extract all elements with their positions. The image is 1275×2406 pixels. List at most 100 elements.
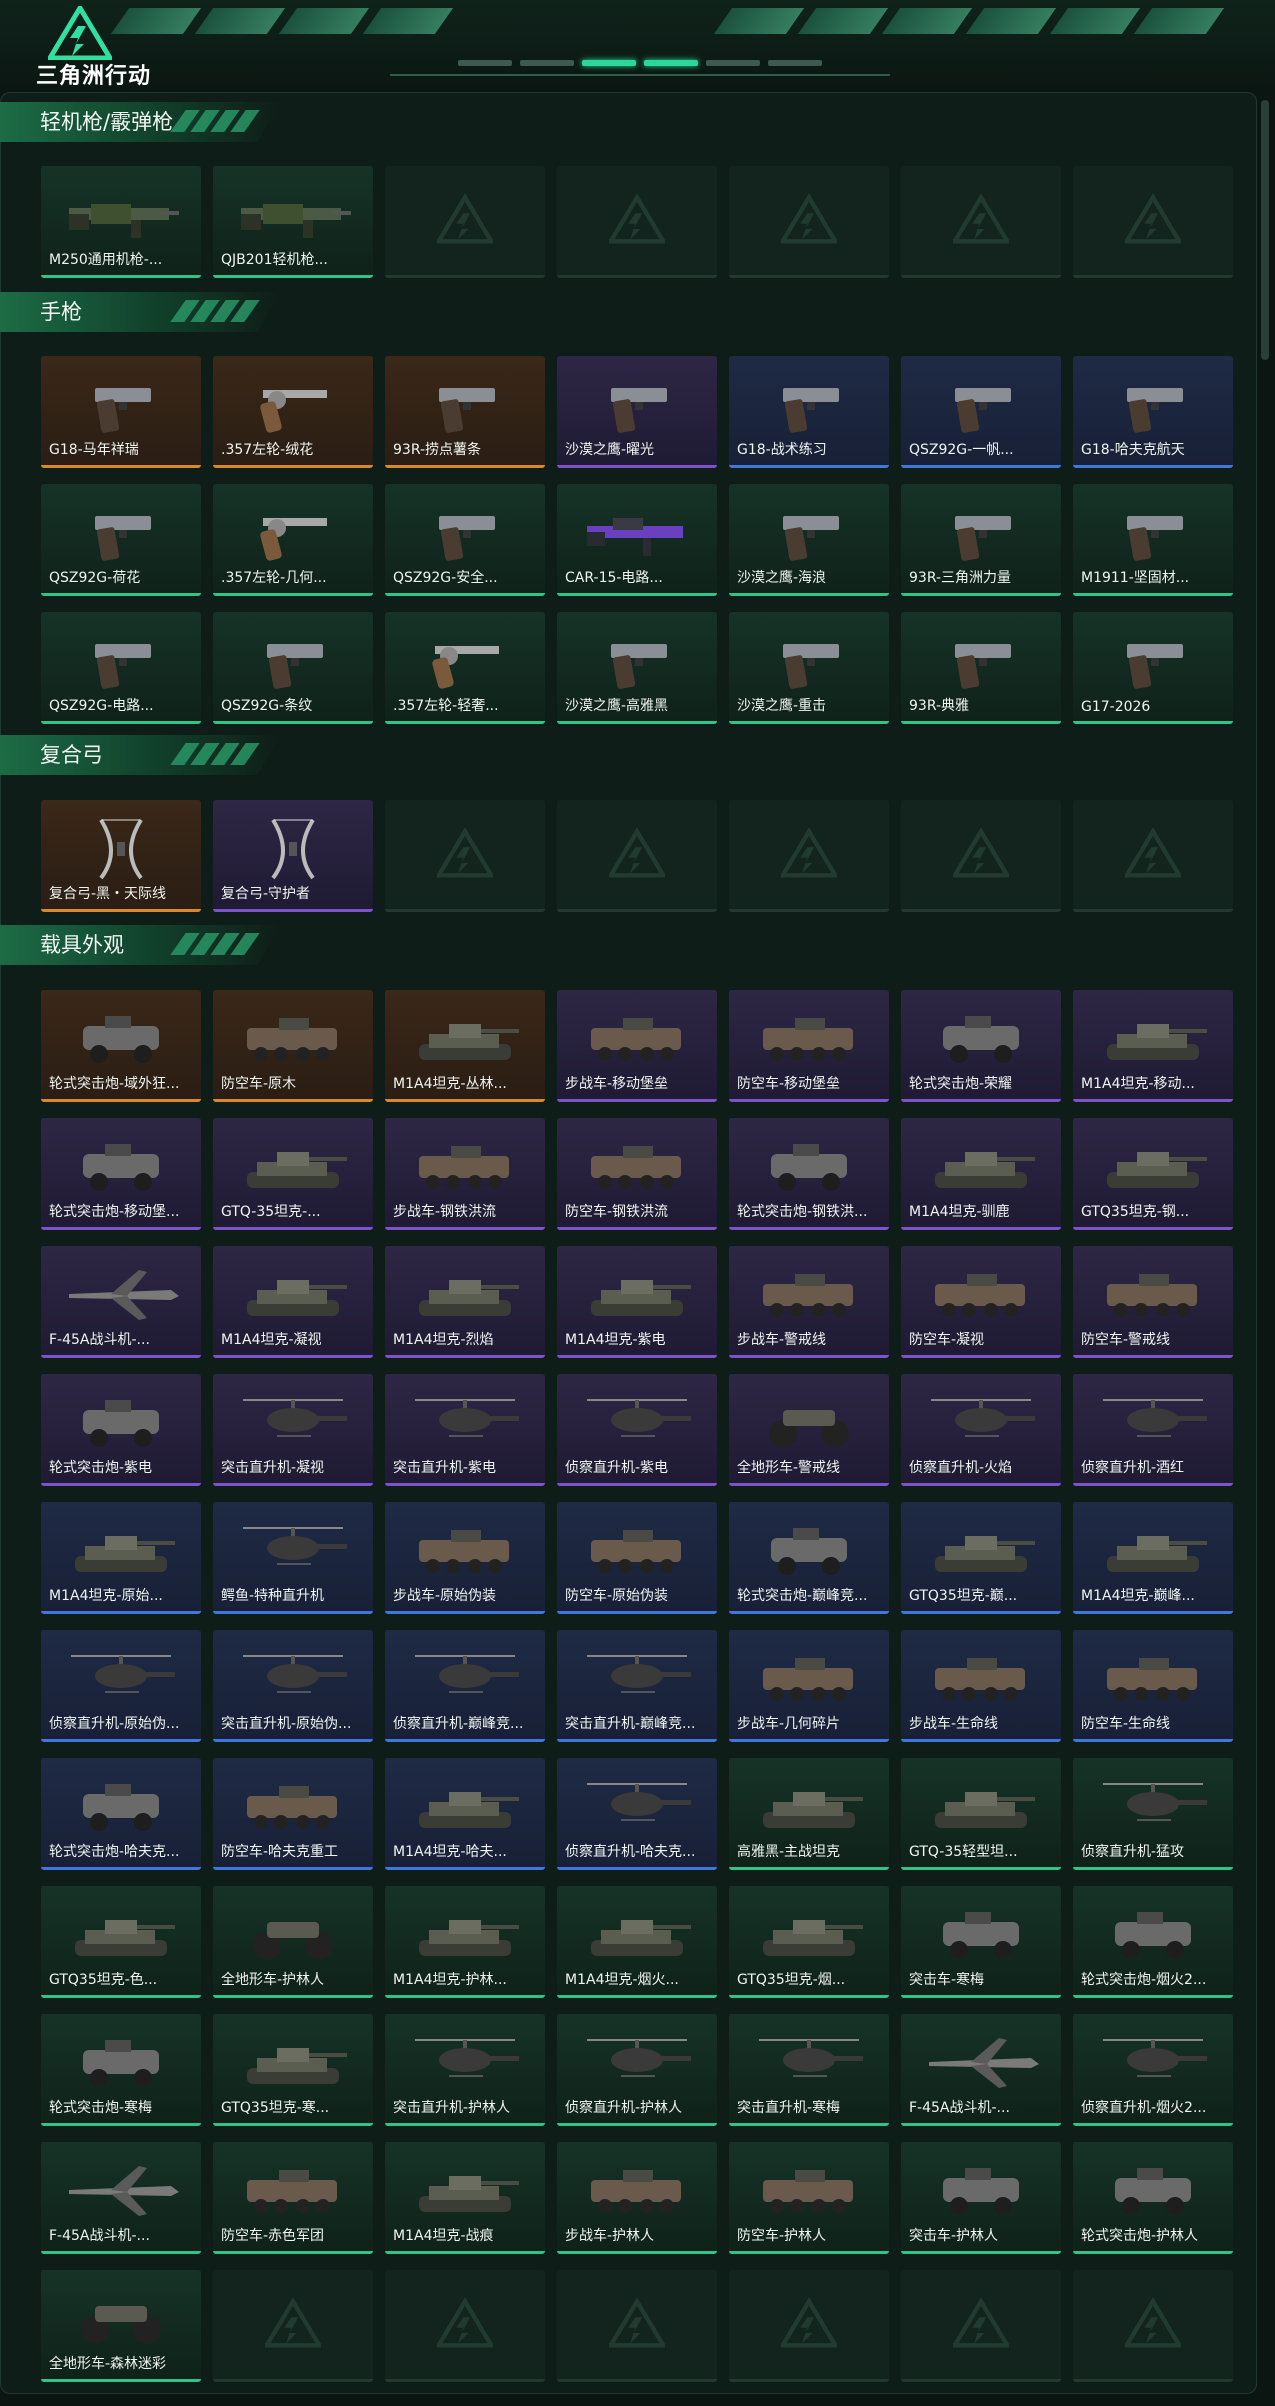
skin-card[interactable]: 侦察直升机-护林人 — [557, 2014, 717, 2126]
skin-card[interactable]: 突击直升机-紫电 — [385, 1374, 545, 1486]
skin-card[interactable]: 防空车-凝视 — [901, 1246, 1061, 1358]
skin-card[interactable]: 防空车-原木 — [213, 990, 373, 1102]
skin-card[interactable]: G18-战术练习 — [729, 356, 889, 468]
skin-card[interactable]: 步战车-生命线 — [901, 1630, 1061, 1742]
skin-card[interactable]: 轮式突击炮-移动堡... — [41, 1118, 201, 1230]
skin-card[interactable]: 防空车-赤色军团 — [213, 2142, 373, 2254]
skin-card[interactable]: 侦察直升机-烟火2... — [1073, 2014, 1233, 2126]
skin-card[interactable]: 防空车-警戒线 — [1073, 1246, 1233, 1358]
skin-name: 侦察直升机-酒红 — [1081, 1460, 1185, 1476]
skin-card[interactable]: 轮式突击炮-荣耀 — [901, 990, 1061, 1102]
skin-card[interactable]: 突击直升机-凝视 — [213, 1374, 373, 1486]
skin-card[interactable]: M1A4坦克-哈夫... — [385, 1758, 545, 1870]
skin-card[interactable]: CAR-15-电路... — [557, 484, 717, 596]
skin-card[interactable]: M1911-坚固材... — [1073, 484, 1233, 596]
skin-card[interactable]: 步战车-几何碎片 — [729, 1630, 889, 1742]
skin-card[interactable]: 突击车-寒梅 — [901, 1886, 1061, 1998]
skin-card[interactable]: 步战车-护林人 — [557, 2142, 717, 2254]
skin-card[interactable]: F-45A战斗机-... — [41, 1246, 201, 1358]
skin-card[interactable]: 轮式突击炮-护林人 — [1073, 2142, 1233, 2254]
skin-card[interactable]: 防空车-原始伪装 — [557, 1502, 717, 1614]
skin-card[interactable]: QJB201轻机枪... — [213, 166, 373, 278]
skin-card[interactable]: 侦察直升机-紫电 — [557, 1374, 717, 1486]
skin-card[interactable]: .357左轮-轻奢... — [385, 612, 545, 724]
skin-card[interactable]: QSZ92G-条纹 — [213, 612, 373, 724]
skin-card[interactable]: 侦察直升机-哈夫克... — [557, 1758, 717, 1870]
skin-card[interactable]: 步战车-警戒线 — [729, 1246, 889, 1358]
skin-card[interactable]: 93R-捞点薯条 — [385, 356, 545, 468]
skin-card[interactable]: QSZ92G-电路... — [41, 612, 201, 724]
skin-card[interactable]: GTQ35坦克-巅... — [901, 1502, 1061, 1614]
skin-card[interactable]: 沙漠之鹰-海浪 — [729, 484, 889, 596]
skin-card[interactable]: M1A4坦克-护林... — [385, 1886, 545, 1998]
skin-card[interactable]: 侦察直升机-酒红 — [1073, 1374, 1233, 1486]
skin-card[interactable]: M1A4坦克-移动... — [1073, 990, 1233, 1102]
skin-card[interactable]: M1A4坦克-丛林... — [385, 990, 545, 1102]
skin-card[interactable]: 突击直升机-护林人 — [385, 2014, 545, 2126]
skin-card[interactable]: GTQ35坦克-烟... — [729, 1886, 889, 1998]
skin-card[interactable]: 侦察直升机-原始伪... — [41, 1630, 201, 1742]
skin-card[interactable]: M1A4坦克-烈焰 — [385, 1246, 545, 1358]
skin-card[interactable]: M1A4坦克-凝视 — [213, 1246, 373, 1358]
skin-card[interactable]: 轮式突击炮-烟火2... — [1073, 1886, 1233, 1998]
skin-card[interactable]: 全地形车-森林迷彩 — [41, 2270, 201, 2382]
skin-card[interactable]: 突击直升机-寒梅 — [729, 2014, 889, 2126]
skin-card[interactable]: 轮式突击炮-紫电 — [41, 1374, 201, 1486]
skin-card[interactable]: 防空车-哈夫克重工 — [213, 1758, 373, 1870]
skin-card[interactable]: 步战车-原始伪装 — [385, 1502, 545, 1614]
skin-card[interactable]: 全地形车-护林人 — [213, 1886, 373, 1998]
skin-card[interactable]: .357左轮-几何... — [213, 484, 373, 596]
skin-card[interactable]: 轮式突击炮-域外狂... — [41, 990, 201, 1102]
skin-card[interactable]: GTQ-35轻型坦... — [901, 1758, 1061, 1870]
skin-card[interactable]: 防空车-护林人 — [729, 2142, 889, 2254]
skin-card[interactable]: 突击直升机-巅峰竞... — [557, 1630, 717, 1742]
skin-card[interactable]: 防空车-钢铁洪流 — [557, 1118, 717, 1230]
skin-card[interactable]: 防空车-生命线 — [1073, 1630, 1233, 1742]
scrollbar-thumb[interactable] — [1261, 100, 1269, 360]
skin-card[interactable]: 复合弓-守护者 — [213, 800, 373, 912]
skin-card[interactable]: QSZ92G-一帆... — [901, 356, 1061, 468]
skin-card[interactable]: 侦察直升机-火焰 — [901, 1374, 1061, 1486]
skin-card[interactable]: .357左轮-绒花 — [213, 356, 373, 468]
skin-card[interactable]: 突击直升机-原始伪... — [213, 1630, 373, 1742]
skin-card[interactable]: 轮式突击炮-巅峰竞... — [729, 1502, 889, 1614]
skin-card[interactable]: 防空车-移动堡垒 — [729, 990, 889, 1102]
skin-card[interactable]: GTQ35坦克-寒... — [213, 2014, 373, 2126]
skin-card[interactable]: M250通用机枪-... — [41, 166, 201, 278]
skin-card[interactable]: 步战车-移动堡垒 — [557, 990, 717, 1102]
skin-card[interactable]: 93R-典雅 — [901, 612, 1061, 724]
skin-card[interactable]: QSZ92G-荷花 — [41, 484, 201, 596]
skin-card[interactable]: 鳄鱼-特种直升机 — [213, 1502, 373, 1614]
skin-card[interactable]: F-45A战斗机-... — [901, 2014, 1061, 2126]
skin-card[interactable]: G18-马年祥瑞 — [41, 356, 201, 468]
skin-card[interactable]: F-45A战斗机-... — [41, 2142, 201, 2254]
skin-card[interactable]: 轮式突击炮-钢铁洪... — [729, 1118, 889, 1230]
skin-card[interactable]: 沙漠之鹰-高雅黑 — [557, 612, 717, 724]
skin-card[interactable]: 沙漠之鹰-重击 — [729, 612, 889, 724]
scrollbar-track[interactable] — [1261, 100, 1269, 2390]
skin-card[interactable]: GTQ-35坦克-... — [213, 1118, 373, 1230]
skin-card[interactable]: 93R-三角洲力量 — [901, 484, 1061, 596]
skin-card[interactable]: 侦察直升机-猛攻 — [1073, 1758, 1233, 1870]
skin-card[interactable]: 轮式突击炮-哈夫克... — [41, 1758, 201, 1870]
skin-card[interactable]: 高雅黑-主战坦克 — [729, 1758, 889, 1870]
skin-card[interactable]: M1A4坦克-原始... — [41, 1502, 201, 1614]
skin-card[interactable]: G17-2026 — [1073, 612, 1233, 724]
skin-card[interactable]: G18-哈夫克航天 — [1073, 356, 1233, 468]
skin-card[interactable]: M1A4坦克-巅峰... — [1073, 1502, 1233, 1614]
skin-card[interactable]: 侦察直升机-巅峰竞... — [385, 1630, 545, 1742]
skin-card[interactable]: M1A4坦克-战痕 — [385, 2142, 545, 2254]
skin-card[interactable]: GTQ35坦克-色... — [41, 1886, 201, 1998]
skin-card[interactable]: GTQ35坦克-钢... — [1073, 1118, 1233, 1230]
skin-grid: M250通用机枪-... QJB201轻机枪... — [41, 166, 1233, 278]
skin-card[interactable]: M1A4坦克-烟火... — [557, 1886, 717, 1998]
skin-card[interactable]: QSZ92G-安全... — [385, 484, 545, 596]
skin-card[interactable]: 全地形车-警戒线 — [729, 1374, 889, 1486]
skin-card[interactable]: 步战车-钢铁洪流 — [385, 1118, 545, 1230]
skin-card[interactable]: 轮式突击炮-寒梅 — [41, 2014, 201, 2126]
skin-card[interactable]: M1A4坦克-紫电 — [557, 1246, 717, 1358]
skin-card[interactable]: 突击车-护林人 — [901, 2142, 1061, 2254]
skin-card[interactable]: 复合弓-黑・天际线 — [41, 800, 201, 912]
skin-card[interactable]: 沙漠之鹰-曜光 — [557, 356, 717, 468]
skin-card[interactable]: M1A4坦克-驯鹿 — [901, 1118, 1061, 1230]
